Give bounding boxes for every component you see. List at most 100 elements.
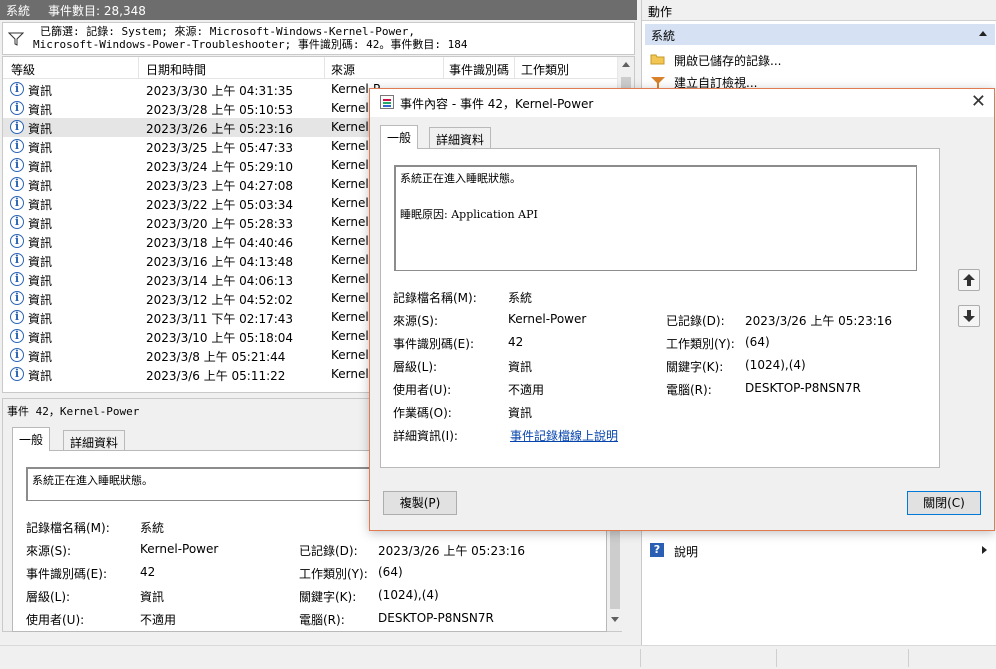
dialog-log-name-label: 記錄檔名稱(M):	[393, 291, 477, 305]
detail-keywords-label: 關鍵字(K):	[299, 590, 357, 604]
detail-level-label: 層級(L):	[26, 590, 71, 604]
info-icon	[10, 82, 24, 96]
row-source: Kernel-	[331, 177, 374, 191]
detail-scrollbar[interactable]	[607, 523, 623, 631]
folder-open-icon	[650, 54, 665, 65]
info-icon	[10, 177, 24, 191]
tab-details[interactable]: 詳細資料	[63, 430, 126, 451]
row-datetime: 2023/3/23 上午 04:27:08	[146, 179, 294, 193]
row-source: Kernel-	[331, 215, 374, 229]
filter-bar: 已篩選: 記錄: System; 來源: Microsoft-Windows-K…	[2, 22, 635, 55]
next-event-button[interactable]	[958, 305, 980, 327]
copy-button[interactable]: 複製(P)	[383, 491, 457, 515]
row-datetime: 2023/3/12 上午 04:52:02	[146, 293, 294, 307]
dialog-level-label: 層級(L):	[393, 360, 438, 374]
info-icon	[10, 158, 24, 172]
tab-general[interactable]: 一般	[12, 427, 51, 451]
row-datetime: 2023/3/24 上午 05:29:10	[146, 160, 294, 174]
row-level: 資訊	[28, 84, 53, 98]
dialog-source: Kernel-Power	[508, 312, 587, 326]
col-task-category[interactable]: 工作類別	[521, 61, 569, 78]
row-datetime: 2023/3/26 上午 05:23:16	[146, 122, 294, 136]
row-datetime: 2023/3/18 上午 04:40:46	[146, 236, 294, 250]
dialog-title: 事件內容 - 事件 42，Kernel-Power	[400, 97, 594, 111]
dialog-log-name: 系統	[508, 291, 533, 305]
col-event-id[interactable]: 事件識別碼	[449, 61, 509, 78]
dialog-logged-label: 已記錄(D):	[666, 314, 725, 328]
info-icon	[10, 272, 24, 286]
info-icon	[10, 101, 24, 115]
dialog-user: 不適用	[508, 383, 545, 397]
detail-message: 系統正在進入睡眠狀態。	[32, 474, 153, 487]
filter-text-line2: Microsoft-Windows-Power-Troubleshooter; …	[33, 38, 468, 51]
row-source: Kernel-	[331, 196, 374, 210]
detail-title: 事件 42，Kernel-Power	[7, 405, 140, 418]
dialog-tab-general[interactable]: 一般	[380, 125, 419, 149]
row-level: 資訊	[28, 255, 53, 269]
dialog-titlebar[interactable]: 事件內容 - 事件 42，Kernel-Power ✕	[370, 89, 994, 117]
info-icon	[10, 367, 24, 381]
info-icon	[10, 253, 24, 267]
detail-level: 資訊	[140, 590, 165, 604]
row-datetime: 2023/3/8 上午 05:21:44	[146, 350, 286, 364]
row-source: Kernel-	[331, 329, 374, 343]
detail-user-label: 使用者(U):	[26, 613, 85, 627]
detail-log-name: 系統	[140, 521, 165, 535]
filter-text-line1: 已篩選: 記錄: System; 來源: Microsoft-Windows-K…	[40, 25, 416, 38]
info-icon	[10, 215, 24, 229]
row-datetime: 2023/3/20 上午 05:28:33	[146, 217, 294, 231]
online-help-link[interactable]: 事件記錄檔線上說明	[510, 427, 618, 444]
dialog-keywords: (1024),(4)	[745, 358, 806, 372]
row-source: Kernel-	[331, 310, 374, 324]
row-datetime: 2023/3/22 上午 05:03:34	[146, 198, 294, 212]
row-level: 資訊	[28, 236, 53, 250]
row-source: Kernel-	[331, 101, 374, 115]
detail-event-id: 42	[140, 565, 156, 579]
previous-event-button[interactable]	[958, 269, 980, 291]
info-icon	[10, 310, 24, 324]
row-datetime: 2023/3/10 上午 05:18:04	[146, 331, 294, 345]
row-source: Kernel-	[331, 291, 374, 305]
row-datetime: 2023/3/6 上午 05:11:22	[146, 369, 286, 383]
log-header-bar: 系統 事件數目: 28,348	[0, 0, 637, 20]
row-source: Kernel-	[331, 253, 374, 267]
detail-logged: 2023/3/26 上午 05:23:16	[378, 544, 526, 558]
actions-section-system[interactable]: 系統	[645, 24, 995, 45]
info-icon	[10, 291, 24, 305]
detail-logged-label: 已記錄(D):	[299, 544, 358, 558]
detail-computer: DESKTOP-P8NSN7R	[378, 611, 494, 625]
row-level: 資訊	[28, 293, 53, 307]
detail-user: 不適用	[140, 613, 177, 627]
dialog-level: 資訊	[508, 360, 533, 374]
dialog-more-info-label: 詳細資訊(I):	[393, 429, 458, 443]
col-source[interactable]: 來源	[331, 61, 355, 78]
info-icon	[10, 196, 24, 210]
row-source: Kernel-	[331, 139, 374, 153]
row-level: 資訊	[28, 103, 53, 117]
row-level: 資訊	[28, 198, 53, 212]
col-datetime[interactable]: 日期和時間	[146, 61, 206, 78]
close-button[interactable]: 關閉(C)	[907, 491, 981, 515]
col-level[interactable]: 等級	[11, 61, 35, 78]
actions-section-label: 系統	[651, 29, 676, 43]
dialog-message-box[interactable]: 系統正在進入睡眠狀態。 睡眠原因: Application API	[394, 165, 917, 271]
close-icon[interactable]: ✕	[971, 91, 986, 112]
actions-header: 動作	[642, 0, 996, 21]
log-title: 系統	[6, 3, 31, 18]
arrow-up-icon	[963, 274, 975, 286]
row-source: Kernel-	[331, 234, 374, 248]
submenu-arrow-icon	[982, 546, 987, 554]
dialog-event-id: 42	[508, 335, 524, 349]
info-icon	[10, 120, 24, 134]
detail-event-id-label: 事件識別碼(E):	[26, 567, 107, 581]
row-datetime: 2023/3/28 上午 05:10:53	[146, 103, 294, 117]
dialog-user-label: 使用者(U):	[393, 383, 452, 397]
dialog-computer: DESKTOP-P8NSN7R	[745, 381, 861, 395]
dialog-logged: 2023/3/26 上午 05:23:16	[745, 314, 893, 328]
dialog-tab-details[interactable]: 詳細資料	[429, 127, 492, 149]
row-datetime: 2023/3/14 上午 04:06:13	[146, 274, 294, 288]
collapse-icon[interactable]	[979, 31, 987, 36]
event-viewer-icon	[380, 95, 394, 109]
row-datetime: 2023/3/30 上午 04:31:35	[146, 84, 294, 98]
row-level: 資訊	[28, 122, 53, 136]
